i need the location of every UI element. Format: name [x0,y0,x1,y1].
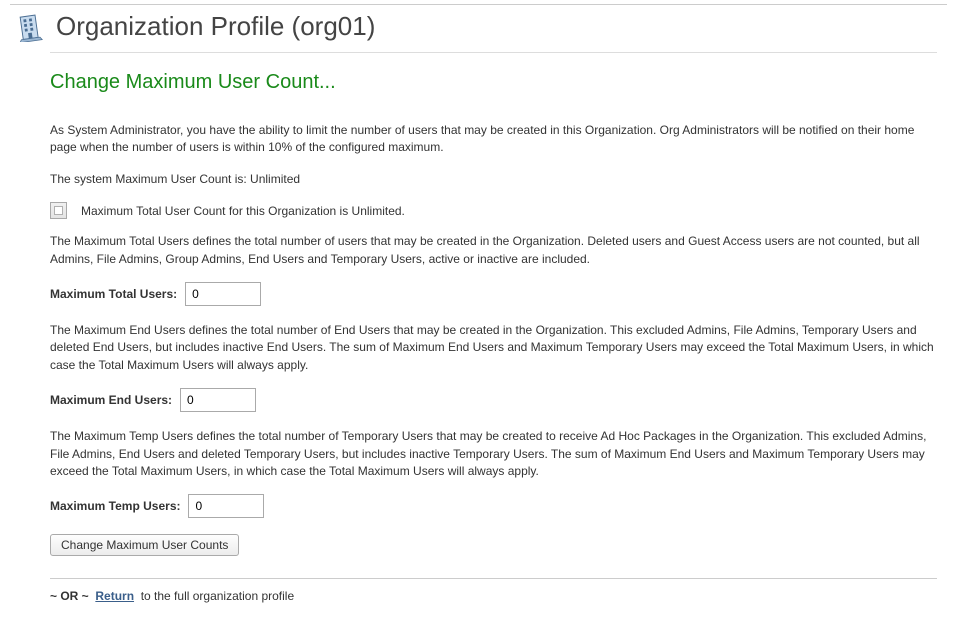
change-max-user-counts-button[interactable]: Change Maximum User Counts [50,534,239,556]
page-title-row: Organization Profile (org01) [10,11,947,52]
max-end-label: Maximum End Users: [50,393,172,407]
return-suffix: to the full organization profile [141,589,294,603]
unlimited-checkbox[interactable] [50,202,67,219]
return-row: ~ OR ~ Return to the full organization p… [50,589,937,603]
max-temp-users-input[interactable] [188,494,264,518]
or-separator: ~ OR ~ [50,589,89,603]
max-end-description: The Maximum End Users defines the total … [50,322,937,374]
max-temp-label: Maximum Temp Users: [50,499,180,513]
system-max-line: The system Maximum User Count is: Unlimi… [50,171,937,188]
return-link[interactable]: Return [95,589,134,603]
page-title: Organization Profile (org01) [56,11,375,42]
max-total-label: Maximum Total Users: [50,287,177,301]
organization-icon [16,12,46,42]
max-total-description: The Maximum Total Users defines the tota… [50,233,937,268]
max-end-users-input[interactable] [180,388,256,412]
max-total-users-input[interactable] [185,282,261,306]
unlimited-checkbox-label: Maximum Total User Count for this Organi… [81,204,405,218]
intro-text: As System Administrator, you have the ab… [50,122,937,157]
max-temp-description: The Maximum Temp Users defines the total… [50,428,937,480]
section-heading: Change Maximum User Count... [50,71,937,94]
